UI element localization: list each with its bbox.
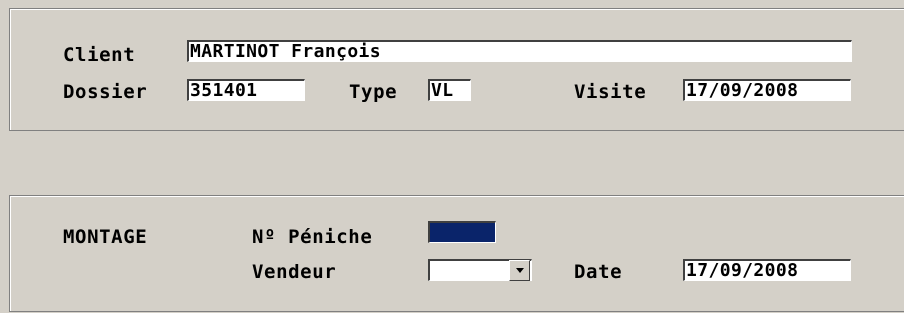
montage-section-label: MONTAGE <box>63 226 148 248</box>
peniche-field[interactable] <box>428 221 496 243</box>
type-field[interactable]: VL <box>428 79 471 101</box>
dossier-field[interactable]: 351401 <box>187 79 305 101</box>
vendeur-label: Vendeur <box>252 261 337 283</box>
dossier-label: Dossier <box>63 81 148 103</box>
client-field[interactable]: MARTINOT François <box>187 40 852 62</box>
visite-label: Visite <box>574 81 647 103</box>
date-label: Date <box>574 261 623 283</box>
chevron-down-icon <box>515 267 524 273</box>
visite-date-field[interactable]: 17/09/2008 <box>683 79 851 101</box>
vendeur-dropdown-button[interactable] <box>509 260 530 281</box>
peniche-label: Nº Péniche <box>252 226 373 248</box>
type-label: Type <box>349 81 398 103</box>
client-info-panel <box>9 8 904 131</box>
client-label: Client <box>63 44 136 66</box>
date-field[interactable]: 17/09/2008 <box>683 259 851 281</box>
montage-panel <box>9 195 904 312</box>
